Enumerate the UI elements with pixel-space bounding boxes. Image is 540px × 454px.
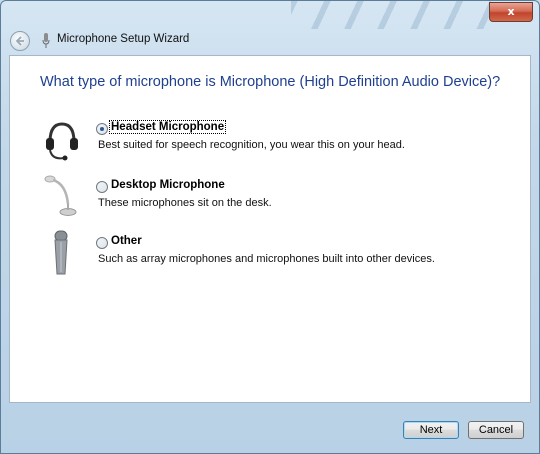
wizard-content: What type of microphone is Microphone (H… [9,55,531,403]
desktop-radio[interactable] [96,181,108,193]
wizard-window: x Microphone Setup Wizard What type of m… [0,0,540,454]
desktop-microphone-icon [44,175,77,216]
microphone-icon [42,33,50,48]
other-radio[interactable] [96,237,108,249]
desktop-description: These microphones sit on the desk. [98,197,272,209]
handheld-microphone-icon [54,230,68,275]
title-bar[interactable]: x [1,1,539,29]
headset-radio[interactable] [96,123,108,135]
wizard-header: Microphone Setup Wizard [2,29,539,53]
page-heading: What type of microphone is Microphone (H… [40,74,501,90]
wizard-footer: Next Cancel [1,403,539,453]
close-button[interactable]: x [489,2,533,22]
headset-icon [46,122,78,161]
desktop-label[interactable]: Desktop Microphone [110,179,226,191]
other-label[interactable]: Other [110,235,143,247]
headset-label[interactable]: Headset Microphone [108,120,227,134]
close-icon: x [507,5,515,18]
cancel-button[interactable]: Cancel [468,421,524,439]
headset-description: Best suited for speech recognition, you … [98,139,405,151]
other-description: Such as array microphones and microphone… [98,253,435,265]
back-button[interactable] [10,31,30,51]
back-arrow-icon [15,36,24,46]
next-button[interactable]: Next [403,421,459,439]
wizard-title: Microphone Setup Wizard [57,33,190,45]
